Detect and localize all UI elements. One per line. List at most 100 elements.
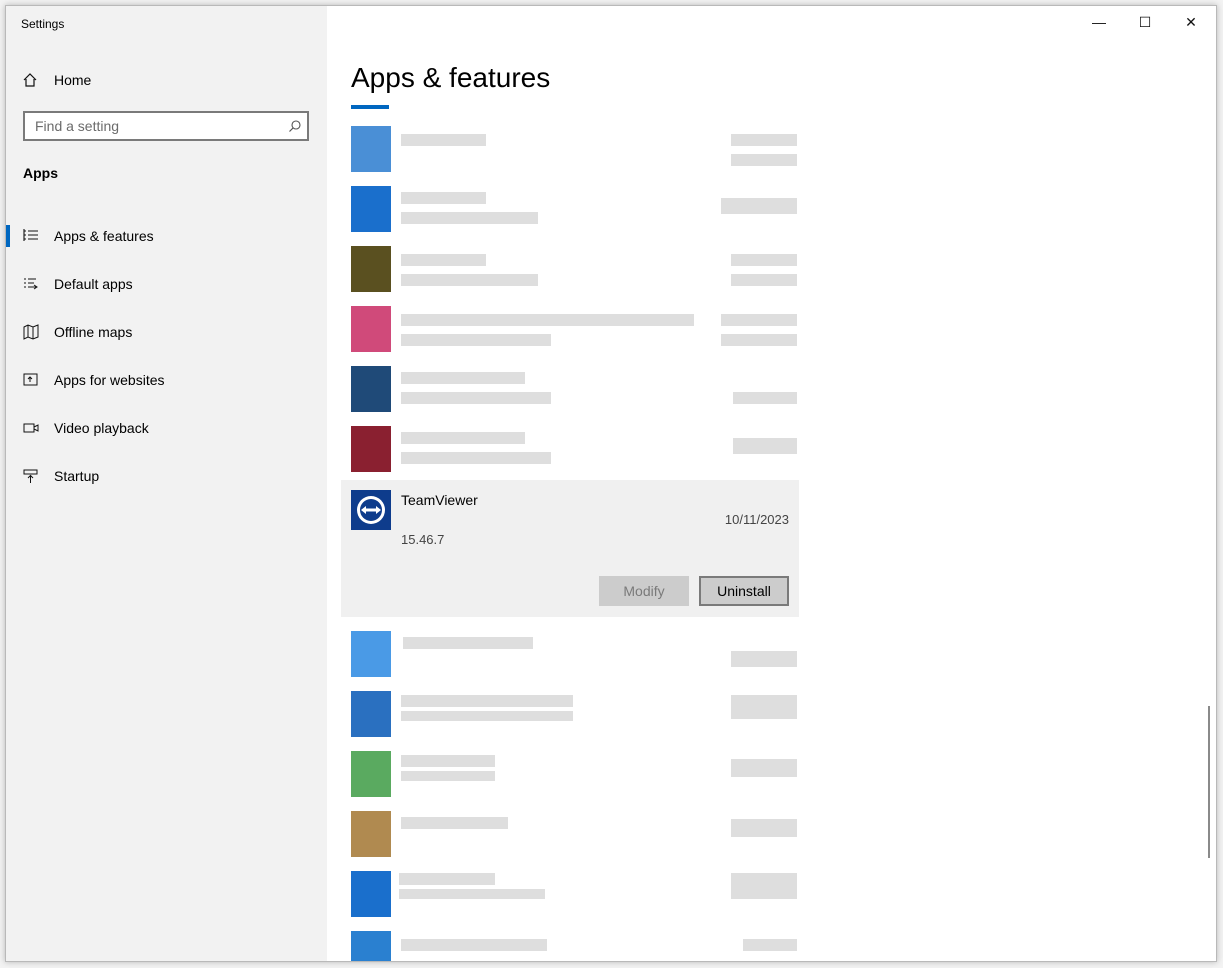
app-name-redacted — [401, 755, 495, 767]
app-date-redacted — [721, 334, 797, 346]
app-name-redacted — [399, 873, 495, 885]
app-name-redacted — [401, 254, 486, 266]
app-name-redacted — [401, 432, 525, 444]
sidebar-item-startup[interactable]: Startup — [6, 452, 327, 500]
app-size-redacted — [731, 695, 797, 719]
app-publisher-redacted — [401, 711, 573, 721]
list-item[interactable] — [341, 741, 799, 801]
settings-window: Settings Home Apps Apps & features — [5, 5, 1217, 962]
sidebar-item-video-playback[interactable]: Video playback — [6, 404, 327, 452]
app-publisher-redacted — [401, 452, 551, 464]
app-version: 15.46.7 — [401, 532, 445, 547]
app-name-redacted — [401, 817, 508, 829]
app-size-redacted — [731, 873, 797, 899]
search-icon[interactable] — [283, 119, 307, 133]
search-box[interactable] — [23, 111, 309, 141]
home-icon — [22, 72, 40, 88]
sidebar-item-label: Video playback — [54, 420, 149, 436]
list-item[interactable] — [341, 621, 799, 681]
modify-button[interactable]: Modify — [599, 576, 689, 606]
app-publisher-redacted — [401, 771, 495, 781]
sidebar-item-default-apps[interactable]: Default apps — [6, 260, 327, 308]
scrollbar[interactable] — [1208, 706, 1210, 858]
app-publisher-redacted — [401, 392, 551, 404]
app-size-redacted — [733, 438, 797, 454]
section-heading: Apps — [23, 165, 58, 181]
video-playback-icon — [23, 420, 41, 436]
apps-features-icon — [23, 228, 41, 244]
list-item[interactable] — [341, 681, 799, 741]
app-icon — [351, 366, 391, 412]
app-size-redacted — [733, 392, 797, 404]
app-name-redacted — [401, 939, 547, 951]
list-item[interactable] — [341, 296, 799, 356]
app-icon — [351, 631, 391, 677]
list-item[interactable] — [341, 356, 799, 416]
apps-for-websites-icon — [23, 372, 41, 388]
app-icon — [351, 751, 391, 797]
app-name-redacted — [401, 372, 525, 384]
scroll-indicator — [351, 105, 389, 109]
app-icon — [351, 871, 391, 917]
app-name: TeamViewer — [401, 492, 478, 508]
app-size-redacted — [731, 759, 797, 777]
app-name-redacted — [401, 192, 486, 204]
list-item[interactable] — [341, 861, 799, 921]
startup-icon — [23, 468, 41, 484]
app-publisher-redacted — [399, 889, 545, 899]
list-item[interactable] — [341, 921, 799, 961]
selected-app-teamviewer[interactable]: TeamViewer 10/11/2023 15.46.7 Modify Uni… — [341, 480, 799, 617]
app-icon — [351, 691, 391, 737]
app-size-redacted — [743, 939, 797, 951]
app-size-redacted — [731, 651, 797, 667]
app-size-redacted — [721, 198, 797, 214]
app-name-redacted — [401, 695, 573, 707]
app-publisher-redacted — [401, 274, 538, 286]
offline-maps-icon — [23, 324, 41, 340]
sidebar-item-label: Default apps — [54, 276, 133, 292]
sidebar-item-offline-maps[interactable]: Offline maps — [6, 308, 327, 356]
list-item[interactable] — [341, 416, 799, 476]
home-label: Home — [54, 72, 92, 88]
app-publisher-redacted — [401, 334, 551, 346]
list-item[interactable] — [341, 116, 799, 176]
app-install-date: 10/11/2023 — [724, 512, 789, 527]
app-date-redacted — [731, 154, 797, 166]
main-content: Apps & features TeamViewer 10/11/2023 15… — [327, 6, 1216, 961]
home-nav[interactable]: Home — [22, 68, 91, 92]
sidebar-item-label: Offline maps — [54, 324, 133, 340]
sidebar-nav: Apps & features Default apps Offline map… — [6, 212, 327, 500]
sidebar-item-apps-features[interactable]: Apps & features — [6, 212, 327, 260]
page-title: Apps & features — [351, 62, 551, 93]
app-size-redacted — [731, 819, 797, 837]
app-size-redacted — [731, 254, 797, 266]
app-icon — [351, 426, 391, 472]
uninstall-button[interactable]: Uninstall — [699, 576, 789, 606]
teamviewer-icon — [351, 490, 391, 530]
app-list-lower — [341, 621, 799, 961]
app-icon — [351, 246, 391, 292]
sidebar-item-label: Apps & features — [54, 228, 154, 244]
app-icon — [351, 306, 391, 352]
sidebar-item-apps-for-websites[interactable]: Apps for websites — [6, 356, 327, 404]
list-item[interactable] — [341, 176, 799, 236]
default-apps-icon — [23, 276, 41, 292]
app-icon — [351, 811, 391, 857]
sidebar: Settings Home Apps Apps & features — [6, 6, 327, 961]
sidebar-item-label: Apps for websites — [54, 372, 165, 388]
app-size-redacted — [731, 134, 797, 146]
app-icon — [351, 931, 391, 961]
app-name-redacted — [401, 134, 486, 146]
list-item[interactable] — [341, 236, 799, 296]
app-icon — [351, 126, 391, 172]
window-title: Settings — [21, 17, 65, 31]
list-item[interactable] — [341, 801, 799, 861]
app-icon — [351, 186, 391, 232]
app-date-redacted — [731, 274, 797, 286]
app-publisher-redacted — [401, 212, 538, 224]
app-size-redacted — [721, 314, 797, 326]
app-list-upper — [341, 116, 799, 476]
search-input[interactable] — [25, 113, 283, 139]
app-name-redacted — [403, 637, 533, 649]
sidebar-item-label: Startup — [54, 468, 100, 484]
